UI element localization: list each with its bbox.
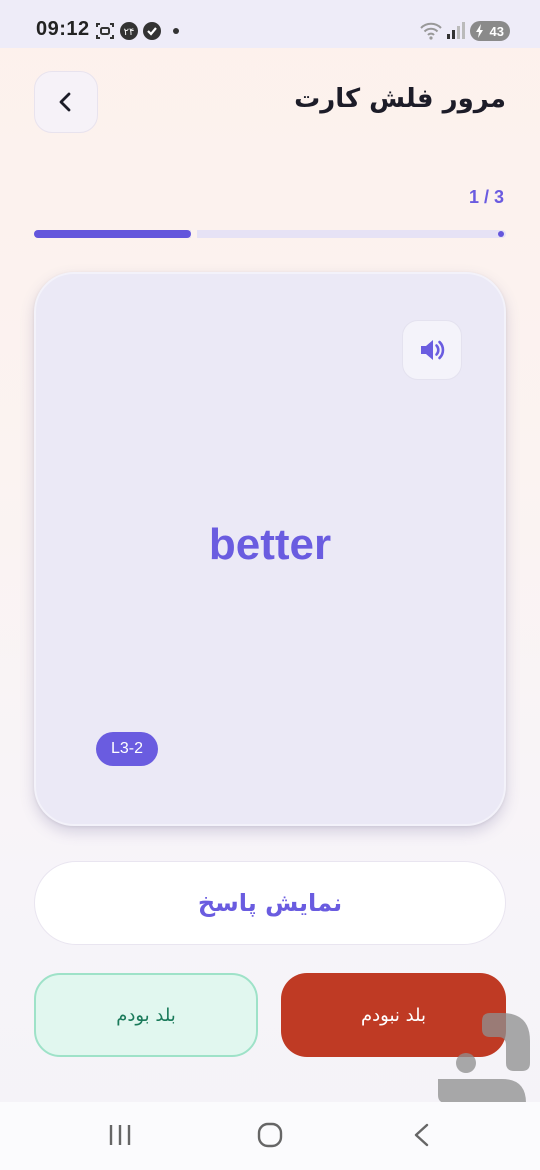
progress-fill: [34, 230, 191, 238]
wifi-icon: [420, 22, 442, 40]
progress-end-dot: [498, 231, 504, 237]
battery-level: 43: [489, 23, 504, 39]
back-button[interactable]: [34, 71, 98, 133]
level-badge: L3-2: [96, 732, 158, 766]
chevron-left-icon: [59, 92, 71, 112]
progress-counter: 1 / 3: [469, 187, 505, 207]
flashcard[interactable]: better L3-2: [34, 272, 506, 826]
home-icon[interactable]: [257, 1122, 283, 1148]
svg-text:۲۴: ۲۴: [124, 27, 135, 38]
shield-check-icon: [143, 22, 161, 40]
status-bar: 09:12 ۲۴ 43: [0, 0, 540, 48]
speaker-icon: [421, 340, 445, 360]
recents-icon[interactable]: [107, 1122, 133, 1148]
knew-button[interactable]: بلد بودم: [34, 973, 258, 1057]
dot-icon: [173, 28, 179, 34]
speaker-button[interactable]: [402, 320, 462, 380]
notification-badge-icon: ۲۴: [120, 22, 138, 40]
battery-icon: 43: [470, 21, 510, 41]
charging-bolt-icon: [476, 24, 483, 38]
status-time: 09:12: [36, 18, 90, 40]
page-title: مرور فلش کارت: [294, 84, 506, 114]
progress-separator: [191, 228, 197, 240]
show-answer-button[interactable]: نمایش پاسخ: [34, 861, 506, 945]
card-word: better: [208, 520, 332, 569]
system-nav-bar: [0, 1102, 540, 1170]
back-icon[interactable]: [409, 1122, 435, 1148]
signal-icon: [447, 22, 465, 39]
screenshot-icon: [96, 23, 114, 39]
